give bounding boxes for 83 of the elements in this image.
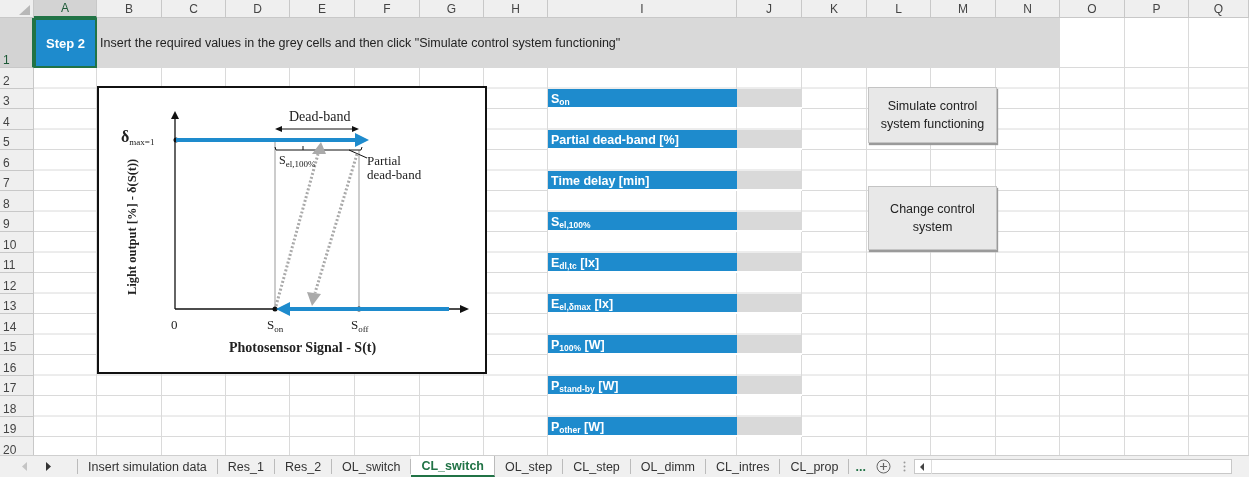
row-number[interactable]: 15 bbox=[0, 334, 34, 355]
splitter-icon[interactable] bbox=[902, 461, 906, 472]
row-number[interactable]: 2 bbox=[0, 68, 34, 89]
sheet-tab[interactable]: OL_step bbox=[494, 459, 564, 474]
column-header[interactable]: N bbox=[996, 0, 1060, 18]
row-number[interactable]: 10 bbox=[0, 232, 34, 253]
column-header[interactable]: J bbox=[737, 0, 802, 18]
axis-label: S$_{el,100%}$ bbox=[279, 154, 316, 170]
column-header[interactable]: B bbox=[97, 0, 162, 18]
column-header[interactable]: D bbox=[226, 0, 290, 18]
column-header[interactable]: P bbox=[1125, 0, 1189, 18]
field-label: P$_{100%}$ [W] bbox=[548, 334, 737, 355]
row-number[interactable]: 16 bbox=[0, 355, 34, 376]
row-number[interactable]: 11 bbox=[0, 252, 34, 273]
field-label: Time delay [min] bbox=[548, 170, 737, 191]
input-cell[interactable] bbox=[737, 129, 802, 150]
column-header[interactable]: O bbox=[1060, 0, 1125, 18]
sheet-tab[interactable]: CL_intres bbox=[706, 459, 781, 474]
row-number[interactable]: 18 bbox=[0, 396, 34, 417]
leader-line bbox=[348, 149, 368, 159]
more-tabs-button[interactable]: ... bbox=[849, 456, 874, 477]
sheet-tab[interactable]: Insert simulation data bbox=[78, 459, 218, 474]
column-header[interactable]: A bbox=[34, 0, 97, 18]
row-number[interactable]: 8 bbox=[0, 191, 34, 212]
row-number[interactable]: 3 bbox=[0, 88, 34, 109]
axis-label: S$_{on}$ bbox=[267, 318, 284, 335]
macro-button[interactable]: Change control system bbox=[868, 186, 997, 250]
column-header[interactable]: H bbox=[484, 0, 548, 18]
axis-label: 0 bbox=[171, 318, 178, 333]
row-number[interactable]: 12 bbox=[0, 273, 34, 294]
row-number[interactable]: 20 bbox=[0, 437, 34, 455]
next-icon[interactable] bbox=[46, 462, 52, 471]
column-header[interactable]: G bbox=[420, 0, 484, 18]
row-number[interactable]: 5 bbox=[0, 129, 34, 150]
axis-label: Partial dead-band bbox=[367, 154, 423, 183]
axis-label: Dead-band bbox=[289, 109, 351, 125]
axis-label: δ$_{max=1}$ bbox=[121, 128, 155, 148]
horizontal-scrollbar[interactable] bbox=[913, 459, 1232, 474]
column-header[interactable]: Q bbox=[1189, 0, 1249, 18]
field-label: Partial dead-band [%] bbox=[548, 129, 737, 150]
instruction-cell: Insert the required values in the grey cells and then click "Simulate control system functioning" bbox=[97, 18, 1060, 68]
field-label: P$_{other}$ [W] bbox=[548, 416, 737, 437]
row-number[interactable]: 9 bbox=[0, 211, 34, 232]
sheet-tab[interactable]: OL_dimm bbox=[630, 459, 706, 474]
axis-label: S$_{off}$ bbox=[351, 318, 369, 335]
field-label: E$_{el,δmax}$ [lx] bbox=[548, 293, 737, 314]
field-label: P$_{stand-by}$ [W] bbox=[548, 375, 737, 396]
row-number[interactable]: 14 bbox=[0, 314, 34, 335]
sheet-tab[interactable]: Res_2 bbox=[274, 459, 333, 474]
row-number[interactable]: 7 bbox=[0, 170, 34, 191]
sheet-tab[interactable]: CL_step bbox=[563, 459, 631, 474]
column-header[interactable]: K bbox=[802, 0, 867, 18]
step-cell[interactable]: Step 2 bbox=[34, 18, 97, 68]
input-cell[interactable] bbox=[737, 334, 802, 355]
input-cell[interactable] bbox=[737, 88, 802, 109]
field-label: E$_{dl,tc}$ [lx] bbox=[548, 252, 737, 273]
row-number[interactable]: 19 bbox=[0, 416, 34, 437]
input-cell[interactable] bbox=[737, 211, 802, 232]
column-header[interactable]: C bbox=[162, 0, 226, 18]
column-header[interactable]: L bbox=[867, 0, 931, 18]
input-cell[interactable] bbox=[737, 252, 802, 273]
axis-title: Photosensor Signal - S(t) bbox=[229, 340, 377, 356]
row-number[interactable]: 13 bbox=[0, 293, 34, 314]
input-cell[interactable] bbox=[737, 293, 802, 314]
row-number[interactable]: 4 bbox=[0, 109, 34, 130]
sheet-tab[interactable]: CL_switch bbox=[411, 456, 495, 477]
sheet-tab[interactable]: CL_prop bbox=[780, 459, 850, 474]
row-number[interactable]: 17 bbox=[0, 375, 34, 396]
input-cell[interactable] bbox=[737, 170, 802, 191]
field-label: S$_{on}$ bbox=[548, 88, 737, 109]
add-icon[interactable] bbox=[875, 459, 891, 474]
previous-icon[interactable] bbox=[22, 462, 28, 471]
sheet-tab[interactable]: Res_1 bbox=[217, 459, 275, 474]
row-number[interactable]: 1 bbox=[0, 18, 34, 68]
field-label: S$_{el,100%}$ bbox=[548, 211, 737, 232]
macro-button[interactable]: Simulate control system functioning bbox=[868, 87, 997, 143]
row-number[interactable]: 6 bbox=[0, 150, 34, 171]
input-cell[interactable] bbox=[737, 375, 802, 396]
column-header[interactable]: F bbox=[355, 0, 420, 18]
input-cell[interactable] bbox=[737, 416, 802, 437]
column-header[interactable]: I bbox=[548, 0, 737, 18]
column-header[interactable]: M bbox=[931, 0, 996, 18]
column-header[interactable]: E bbox=[290, 0, 355, 18]
